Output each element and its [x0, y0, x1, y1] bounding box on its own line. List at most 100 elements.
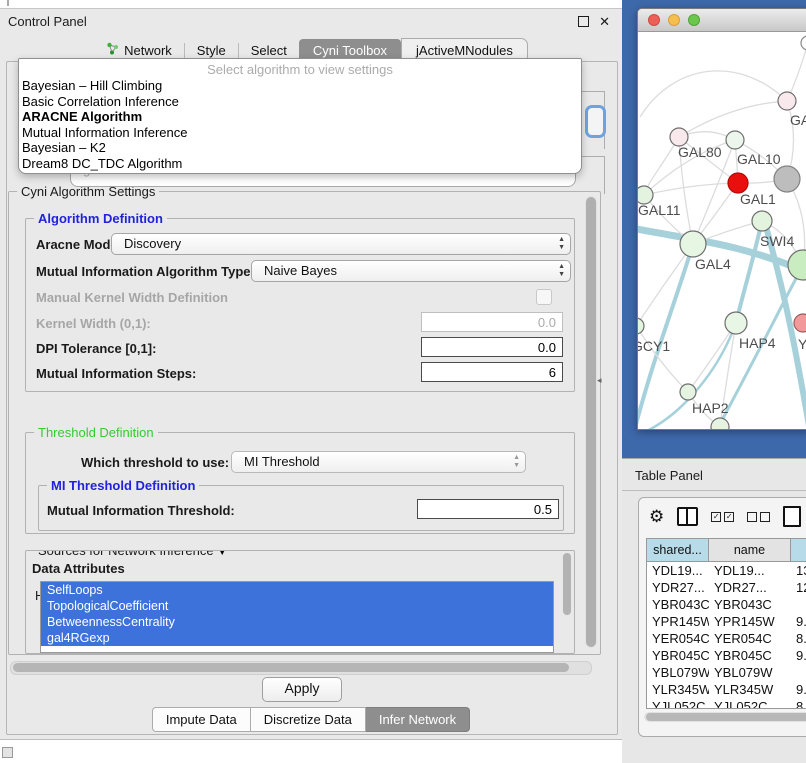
table-row[interactable]: YLR345WYLR345W9.: [647, 681, 806, 698]
network-icon: [106, 42, 119, 58]
network-edge[interactable]: [644, 137, 679, 195]
settings-vertical-scrollbar[interactable]: [585, 196, 597, 648]
table-container: ⚙ ✓✓ shared...nameA YDL19...YDL19...13YD…: [638, 497, 806, 737]
algorithm-option[interactable]: Dream8 DC_TDC Algorithm: [19, 156, 581, 172]
table-cell: YBR043C: [709, 596, 791, 613]
network-node-swi4[interactable]: [752, 211, 772, 231]
attribute-item-selected[interactable]: gal4RGexp: [41, 630, 553, 646]
which-threshold-label: Which threshold to use:: [81, 455, 229, 470]
attribute-item-selected[interactable]: BetweennessCentrality: [41, 614, 553, 630]
table-row[interactable]: YER054CYER054C8.: [647, 630, 806, 647]
column-header[interactable]: name: [709, 539, 791, 561]
attributes-scrollbar[interactable]: [562, 553, 572, 617]
table-cell: YBL079W: [647, 664, 709, 681]
mi-threshold-field[interactable]: 0.5: [417, 499, 559, 519]
table-row[interactable]: YBL079WYBL079W: [647, 664, 806, 681]
mi-threshold-definition-title: MI Threshold Definition: [47, 478, 199, 493]
divider: [622, 490, 806, 491]
aracne-mode-combo[interactable]: Discovery ▲▼: [111, 233, 571, 255]
sources-group-title[interactable]: Sources for Network Inference ▼: [34, 550, 231, 558]
network-edge[interactable]: [640, 71, 787, 117]
table-cell: YPR145W: [709, 613, 791, 630]
columns-icon[interactable]: [677, 507, 698, 526]
mi-threshold-definition-group: MI Threshold Definition Mutual Informati…: [38, 485, 564, 531]
attribute-item-selected[interactable]: SelfLoops: [41, 582, 553, 598]
network-node-gray-node[interactable]: [774, 166, 800, 192]
network-node-gal10[interactable]: [726, 131, 744, 149]
node-label: HAP4: [739, 335, 776, 351]
minimize-traffic-light-icon[interactable]: [668, 14, 680, 26]
hidden-group-border: [604, 156, 605, 194]
export-table-icon[interactable]: [783, 506, 801, 527]
kernel-width-field[interactable]: 0.0: [421, 312, 563, 332]
dpi-tolerance-label: DPI Tolerance [0,1]:: [36, 341, 156, 356]
deselect-all-icon[interactable]: [747, 512, 770, 522]
float-window-icon[interactable]: [578, 16, 589, 27]
algorithm-option[interactable]: ARACNE Algorithm: [19, 109, 581, 125]
mi-steps-field[interactable]: 6: [421, 362, 563, 382]
node-label: GAL: [790, 112, 806, 128]
column-header[interactable]: A: [791, 539, 806, 561]
apply-button[interactable]: Apply: [262, 677, 342, 702]
table-row[interactable]: YPR145WYPR145W9.: [647, 613, 806, 630]
bottom-tab-impute-data[interactable]: Impute Data: [152, 707, 251, 732]
network-canvas[interactable]: GALGAL80GAL10GAL1GAL11SWI4GAL4GCY1HAP4YH…: [638, 32, 806, 430]
network-edge[interactable]: [638, 244, 693, 326]
network-node-gal1-red[interactable]: [728, 173, 748, 193]
network-edge[interactable]: [644, 183, 738, 195]
network-node-gcy1[interactable]: [638, 318, 644, 334]
node-label: GAL10: [737, 151, 781, 167]
aracne-mode-value: Discovery: [124, 236, 181, 251]
network-edge[interactable]: [688, 323, 736, 392]
algorithm-dropdown-placeholder: Select algorithm to view settings: [19, 61, 581, 78]
manual-kernel-checkbox[interactable]: [536, 289, 552, 305]
network-node-cut-top[interactable]: [801, 36, 806, 50]
table-row[interactable]: YBR045CYBR045C9.: [647, 647, 806, 664]
gear-icon[interactable]: ⚙: [649, 508, 664, 525]
table-row[interactable]: YDL19...YDL19...13: [647, 562, 806, 579]
table-cell: YPR145W: [647, 613, 709, 630]
table-row[interactable]: YJL052CYJL052C8: [647, 698, 806, 708]
table-cell: 9.: [791, 681, 806, 698]
network-node-gal4[interactable]: [680, 231, 706, 257]
network-node-hap4[interactable]: [725, 312, 747, 334]
split-pane-arrow-icon[interactable]: ◂: [597, 375, 602, 386]
mi-steps-label: Mutual Information Steps:: [36, 366, 196, 381]
which-threshold-combo[interactable]: MI Threshold ▲▼: [231, 451, 526, 473]
network-node-bottom-cut[interactable]: [711, 418, 729, 430]
network-node-salmon[interactable]: [794, 314, 806, 332]
zoom-traffic-light-icon[interactable]: [688, 14, 700, 26]
network-node-big-right[interactable]: [788, 250, 806, 280]
bottom-tab-infer-network[interactable]: Infer Network: [366, 707, 470, 732]
table-horizontal-scrollbar[interactable]: [644, 712, 806, 722]
aracne-mode-label: Aracne Mode:: [36, 237, 122, 252]
network-edge[interactable]: [736, 221, 762, 323]
manual-kernel-label: Manual Kernel Width Definition: [36, 290, 228, 305]
minimized-window-icon[interactable]: [2, 747, 13, 758]
attribute-item-selected[interactable]: TopologicalCoefficient: [41, 598, 553, 614]
algorithm-option[interactable]: Mutual Information Inference: [19, 125, 581, 141]
table-row[interactable]: YBR043CYBR043C: [647, 596, 806, 613]
algorithm-option[interactable]: Basic Correlation Inference: [19, 94, 581, 110]
hidden-group-border: [578, 156, 605, 157]
column-header[interactable]: shared...: [647, 539, 709, 561]
algorithm-option[interactable]: Bayesian – K2: [19, 140, 581, 156]
table-cell: 8.: [791, 630, 806, 647]
table-row[interactable]: YDR27...YDR27...12: [647, 579, 806, 596]
mi-type-combo[interactable]: Naive Bayes ▲▼: [251, 260, 571, 282]
settings-horizontal-scrollbar[interactable]: [10, 661, 592, 675]
data-attributes-list[interactable]: SelfLoopsTopologicalCoefficientBetweenne…: [40, 581, 554, 653]
algorithm-option[interactable]: Bayesian – Hill Climbing: [19, 78, 581, 94]
network-node-gal-top[interactable]: [778, 92, 796, 110]
select-all-icon[interactable]: ✓✓: [711, 512, 734, 522]
close-icon[interactable]: ✕: [599, 17, 610, 26]
network-node-hap2[interactable]: [680, 384, 696, 400]
dpi-tolerance-field[interactable]: 0.0: [421, 337, 563, 357]
table-header-row: shared...nameA: [647, 539, 806, 562]
network-window-titlebar[interactable]: [638, 9, 806, 32]
close-traffic-light-icon[interactable]: [648, 14, 660, 26]
bottom-tab-discretize-data[interactable]: Discretize Data: [251, 707, 366, 732]
node-label: GAL1: [740, 191, 776, 207]
which-threshold-value: MI Threshold: [244, 454, 320, 469]
network-window[interactable]: GALGAL80GAL10GAL1GAL11SWI4GAL4GCY1HAP4YH…: [637, 8, 806, 430]
